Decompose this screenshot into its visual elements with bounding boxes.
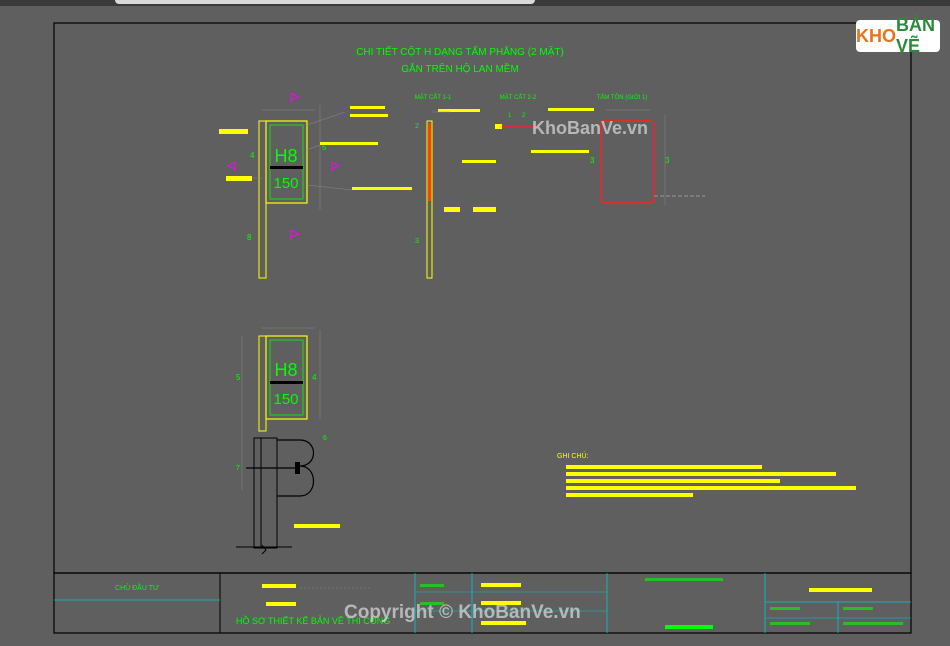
section-1-1: 2 3 bbox=[415, 109, 496, 279]
svg-text:2: 2 bbox=[522, 113, 526, 119]
svg-text:4: 4 bbox=[312, 373, 317, 382]
title-block-left-cell: CHỦ ĐẦU TƯ bbox=[115, 582, 159, 592]
svg-text:1: 1 bbox=[508, 113, 512, 119]
svg-text:2: 2 bbox=[415, 123, 419, 130]
notes-block: GHI CHÚ: bbox=[557, 451, 856, 497]
drawing-title-line2: GẮN TRÊN HỘ LAN MỀM bbox=[401, 62, 519, 75]
cad-drawing-canvas[interactable]: CHI TIẾT CỘT H DẠNG TẤM PHẲNG (2 MẶT) GẮ… bbox=[0, 0, 950, 646]
sign-elevation-top: H8 150 8 4 5 bbox=[219, 92, 412, 279]
sign-value-top: 150 bbox=[273, 175, 298, 192]
svg-text:3: 3 bbox=[590, 156, 595, 165]
svg-text:8: 8 bbox=[247, 233, 252, 242]
sign-code-top: H8 bbox=[274, 146, 297, 166]
section-label-1: MẶT CẮT 1-1 bbox=[415, 93, 452, 101]
sign-code-bottom: H8 bbox=[274, 360, 297, 380]
svg-text:6: 6 bbox=[323, 435, 327, 442]
svg-text:3: 3 bbox=[415, 238, 419, 245]
drawing-title-line1: CHI TIẾT CỘT H DẠNG TẤM PHẲNG (2 MẶT) bbox=[356, 45, 564, 58]
khobanve-logo: KHO BẢN VẼ bbox=[856, 15, 940, 56]
watermark-center: KhoBanVe.vn bbox=[532, 118, 649, 138]
svg-text:4: 4 bbox=[250, 151, 255, 160]
svg-text:5: 5 bbox=[236, 373, 241, 382]
svg-text:3: 3 bbox=[665, 156, 670, 165]
section-label-2: MẶT CẮT 2-2 bbox=[500, 93, 537, 101]
sign-value-bottom: 150 bbox=[273, 391, 298, 408]
drawing-frame bbox=[53, 22, 912, 574]
section-label-3: TẤM TÔN (GIỚI 1) bbox=[597, 94, 648, 101]
sign-elevation-bottom: H8 150 5 4 6 7 bbox=[236, 327, 340, 555]
watermark-bottom: Copyright © KhoBanVe.vn bbox=[344, 602, 581, 623]
notes-heading: GHI CHÚ: bbox=[557, 451, 589, 460]
svg-text:7: 7 bbox=[236, 465, 240, 472]
